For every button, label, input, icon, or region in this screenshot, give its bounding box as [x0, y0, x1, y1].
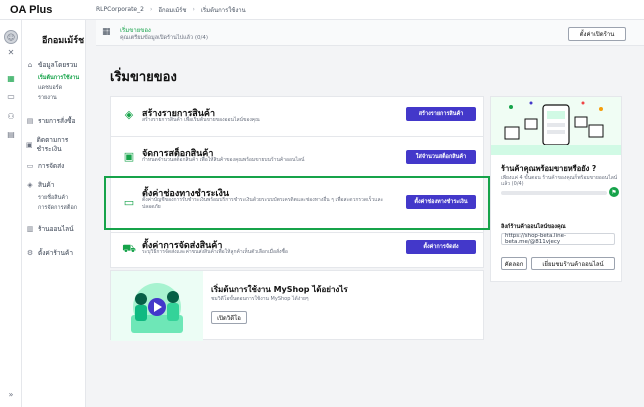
tag-icon: ◈ — [27, 181, 33, 189]
breadcrumb: RLPCorporate_2 › อีกอมเม้ร์ช › เริ่มต้นก… — [96, 5, 246, 15]
breadcrumb-shop[interactable]: อีกอมเม้ร์ช — [158, 5, 186, 15]
chat-icon[interactable]: ▭ — [5, 92, 17, 102]
sidebar-item-orders[interactable]: ▤ รายการสั่งซื้อ — [26, 116, 106, 126]
breadcrumb-separator-icon: › — [192, 6, 195, 13]
app-logo[interactable]: OA Plus — [0, 4, 96, 16]
avatar[interactable]: ☺ — [4, 30, 18, 44]
truck-icon: ⛟ — [122, 242, 136, 255]
sidebar-item-online-store[interactable]: ▥ ร้านออนไลน์ — [26, 224, 106, 234]
receipt-icon: ▤ — [26, 117, 34, 125]
user-icon[interactable]: ⚇ — [5, 112, 17, 122]
celebration-illustration — [491, 97, 621, 155]
task-desc: ตั้งค่าบัญชีของการรับชำระเงินพร้อมบริการ… — [142, 197, 384, 210]
breadcrumb-separator-icon: › — [149, 6, 153, 13]
shop-name: อีกอมเม้ร์ช — [42, 36, 85, 46]
store-icon[interactable]: ▦ — [5, 74, 17, 84]
create-product-button[interactable]: สร้างรายการสินค้า — [406, 107, 476, 121]
sidebar-item-label: ติดตามการชำระเงิน — [36, 136, 69, 153]
stats-icon[interactable]: ▤ — [5, 130, 17, 140]
sidebar-item-shipping[interactable]: ▭ การจัดส่ง — [26, 161, 106, 171]
task-desc: สร้างรายการสินค้า เพื่อเริ่มต้นขายของออน… — [142, 117, 260, 123]
sidebar-item-label: ข้อมูลโดยรวม — [38, 61, 78, 69]
promo-illustration — [111, 271, 203, 341]
sidebar-item-label: ร้านออนไลน์ — [38, 225, 74, 233]
sidebar-sub-product-list[interactable]: รายชื่อสินค้า — [38, 194, 68, 202]
expand-icon[interactable]: » — [5, 390, 17, 400]
add-stock-button[interactable]: ใส่จำนวนสต็อกสินค้า — [406, 150, 476, 164]
collapse-icon[interactable]: ✕ — [5, 48, 17, 58]
sidebar-sub-report[interactable]: รายงาน — [38, 94, 57, 102]
promo-desc: ชมวิดีโอขั้นตอนการใช้งาน MyShop ได้ง่ายๆ — [211, 296, 309, 302]
setup-header: ▦ เริ่มขายของ คุณเตรียมข้อมูลเปิดร้านไปแ… — [96, 20, 644, 46]
truck-icon: ▭ — [26, 162, 34, 170]
task-desc: ระบุวิธีการจัดส่งและค่าขนส่งสินค้าเพื่อใ… — [142, 249, 288, 255]
sidebar-item-label: ตั้งค่าร้านค้า — [38, 249, 73, 257]
sidebar-item-settings[interactable]: ⚙ ตั้งค่าร้านค้า — [26, 248, 106, 258]
box-icon: ▣ — [123, 150, 135, 163]
store-link-label: ลิงก์ร้านค้าออนไลน์ของคุณ — [501, 224, 566, 230]
sidebar-item-label: สินค้า — [38, 181, 55, 189]
store-icon: ▥ — [26, 225, 34, 233]
sidebar-item-payment-tracking[interactable]: ▣ ติดตามการชำระเงิน — [26, 136, 82, 154]
visit-store-button[interactable]: เยี่ยมชมร้านค้าออนไลน์ — [531, 257, 615, 270]
page-title: เริ่มขายของ — [110, 70, 177, 85]
sidebar-item-products[interactable]: ◈ สินค้า — [26, 180, 106, 190]
sidebar: อีกอมเม้ร์ช ⌂ ข้อมูลโดยรวม เริ่มต้นการใช… — [22, 20, 86, 407]
copy-link-button[interactable]: คัดลอก — [501, 257, 527, 270]
flag-icon: ⚑ — [609, 187, 619, 197]
readiness-desc: เพียงแค่ 4 ขั้นตอน ร้านค้าของคุณก็พร้อมข… — [501, 175, 618, 187]
phone-illustration — [491, 101, 621, 155]
sidebar-item-overview[interactable]: ⌂ ข้อมูลโดยรวม — [26, 60, 106, 70]
breadcrumb-account[interactable]: RLPCorporate_2 — [96, 6, 144, 13]
sidebar-sub-getting-started[interactable]: เริ่มต้นการใช้งาน — [38, 74, 79, 82]
video-promo-card: เริ่มต้นการใช้งาน MyShop ได้อย่างไร ชมวิ… — [110, 270, 484, 341]
breadcrumb-current: เริ่มต้นการใช้งาน — [200, 6, 246, 14]
readiness-title: ร้านค้าคุณพร้อมขายหรือยัง ? — [501, 164, 597, 173]
top-bar: OA Plus RLPCorporate_2 › อีกอมเม้ร์ช › เ… — [0, 0, 644, 20]
tag-icon: ◈ — [124, 108, 134, 121]
shipping-settings-button[interactable]: ตั้งค่าการจัดส่ง — [406, 240, 476, 254]
sidebar-sub-dashboard[interactable]: แดชบอร์ด — [38, 84, 62, 92]
sidebar-item-label: การจัดส่ง — [38, 162, 65, 170]
store-readiness-panel: ร้านค้าคุณพร้อมขายหรือยัง ? เพียงแค่ 4 ข… — [490, 96, 622, 282]
divider — [110, 136, 484, 137]
store-link-field[interactable]: https://shop-beta.line-beta.me/@811vjecy — [501, 233, 615, 245]
sidebar-sub-stock[interactable]: การจัดการสต็อก — [38, 204, 77, 212]
readiness-progress — [501, 191, 607, 195]
task-desc: กำหนดจำนวนสต็อกสินค้า เพื่อให้สินค้าของค… — [142, 157, 305, 163]
divider — [110, 232, 484, 233]
home-icon: ⌂ — [27, 61, 33, 69]
header-subtitle: คุณเตรียมข้อมูลเปิดร้านไปแล้ว (0/4) — [120, 35, 208, 41]
sidebar-item-label: รายการสั่งซื้อ — [38, 117, 76, 125]
people-illustration — [131, 283, 183, 333]
money-icon: ▭ — [123, 196, 135, 209]
store-icon: ▦ — [102, 27, 111, 37]
wallet-icon: ▣ — [26, 141, 33, 149]
open-video-button[interactable]: เปิดวิดีโอ — [211, 311, 247, 324]
gear-icon: ⚙ — [26, 249, 34, 257]
open-store-settings-button[interactable]: ตั้งค่าเปิดร้าน — [568, 27, 626, 41]
payment-settings-button[interactable]: ตั้งค่าช่องทางชำระเงิน — [406, 195, 476, 209]
icon-rail: ☺ ✕ ▦ ▭ ⚇ ▤ » — [0, 20, 22, 407]
